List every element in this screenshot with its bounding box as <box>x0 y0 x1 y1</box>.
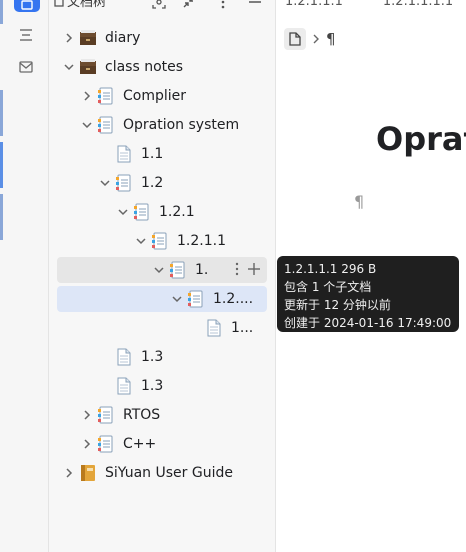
doc-icon <box>205 319 223 337</box>
more-icon[interactable] <box>215 0 231 10</box>
doc-info-tooltip: 1.2.1.1.1 296 B 包含 1 个子文档 更新于 12 分钟以前 创建… <box>277 256 459 332</box>
editor-tabs: 1.2.1.1.1 1.2.1.1.1.1 <box>285 0 466 9</box>
tree-item-label: 1.2.... <box>213 291 254 307</box>
doc-icon <box>115 348 133 366</box>
add-icon[interactable] <box>247 262 261 276</box>
tree-item-label: 1.1 <box>141 146 164 162</box>
file-box-icon <box>79 58 97 76</box>
chevron-right-icon[interactable] <box>79 407 95 423</box>
chevron-down-icon[interactable] <box>151 262 167 278</box>
tree-item-complier[interactable]: Complier <box>57 83 271 109</box>
chevron-right-icon[interactable] <box>61 465 77 481</box>
tree-item-1-3[interactable]: 1.3 <box>57 344 271 370</box>
tree-item-label: 1.2.1 <box>159 204 195 220</box>
multi-doc-icon <box>97 87 115 105</box>
tree-item-1-1[interactable]: 1.1 <box>57 141 271 167</box>
dock-edge-marker <box>0 142 3 188</box>
chevron-right-icon[interactable] <box>79 88 95 104</box>
tree-item-1-3[interactable]: 1.3 <box>57 373 271 399</box>
tree-item-label: Complier <box>123 88 187 104</box>
tooltip-line-children: 包含 1 个子文档 <box>284 280 372 294</box>
tooltip-line-updated: 更新于 12 分钟以前 <box>284 298 391 312</box>
tree-item-leaf[interactable]: 1... <box>57 315 267 341</box>
tree-item-1-2-1-1-1[interactable]: 1. <box>57 257 267 283</box>
tree-item-1-2-1[interactable]: 1.2.1 <box>57 199 271 225</box>
tree-item-label: RTOS <box>123 407 161 423</box>
doc-icon <box>115 145 133 163</box>
tab-item[interactable]: 1.2.1.1.1.1 <box>383 0 453 9</box>
minimize-icon[interactable] <box>247 0 263 10</box>
dock-edge-marker <box>0 0 3 24</box>
paragraph-mark[interactable]: ¶ <box>354 192 364 211</box>
page-title[interactable]: Oprat <box>376 120 466 158</box>
tree-item-label: 1.3 <box>141 378 164 394</box>
collapse-all-icon[interactable] <box>181 0 197 10</box>
dock-edge-marker <box>0 90 3 136</box>
multi-doc-icon <box>169 261 187 279</box>
multi-doc-icon <box>115 174 133 192</box>
multi-doc-icon <box>97 435 115 453</box>
chevron-down-icon[interactable] <box>133 233 149 249</box>
breadcrumb: ¶ <box>284 28 336 50</box>
chevron-right-icon <box>312 34 320 44</box>
breadcrumb-paragraph[interactable]: ¶ <box>326 30 336 48</box>
tree-item-opration-system[interactable]: Opration system <box>57 112 271 138</box>
multi-doc-icon <box>187 290 205 308</box>
tree-item-class-notes[interactable]: class notes <box>57 54 271 80</box>
tree-item-label: C++ <box>123 436 157 452</box>
tooltip-line-created: 创建于 2024-01-16 17:49:00 <box>284 316 452 330</box>
notebook-icon <box>79 464 97 482</box>
multi-doc-icon <box>133 203 151 221</box>
file-tree-dock-icon[interactable] <box>14 0 40 12</box>
row-actions <box>235 262 261 276</box>
chevron-down-icon[interactable] <box>115 204 131 220</box>
multi-doc-icon <box>97 406 115 424</box>
tree-item-label: 1... <box>231 320 254 336</box>
tree-item-siyuan-user-guide[interactable]: SiYuan User Guide <box>57 460 271 486</box>
tooltip-line-size: 1.2.1.1.1 296 B <box>284 262 377 276</box>
tree-item-label: SiYuan User Guide <box>105 465 233 481</box>
tree-item-rtos[interactable]: RTOS <box>57 402 271 428</box>
tree-item-1-2-1-1[interactable]: 1.2.1.1 <box>57 228 271 254</box>
tree-item-cpp[interactable]: C++ <box>57 431 271 457</box>
more-icon[interactable] <box>235 262 239 276</box>
file-box-icon <box>79 29 97 47</box>
doc-icon[interactable] <box>284 28 306 50</box>
file-tree-header: 文档树 <box>49 0 275 12</box>
tree-item-label: 1.3 <box>141 349 164 365</box>
doc-icon <box>115 377 133 395</box>
tree-item-1-2-1-1-1-1[interactable]: 1.2.... <box>57 286 267 312</box>
chevron-right-icon[interactable] <box>61 30 77 46</box>
doc-tree-icon <box>51 0 67 10</box>
tree-item-label: 1.2 <box>141 175 164 191</box>
tree-item-label: 1.2.1.1 <box>177 233 226 249</box>
tree-item-label: class notes <box>105 59 184 75</box>
chevron-down-icon[interactable] <box>97 175 113 191</box>
chevron-down-icon[interactable] <box>79 117 95 133</box>
tree-item-label: 1. <box>195 262 207 278</box>
chevron-right-icon[interactable] <box>79 436 95 452</box>
left-dock <box>0 0 49 552</box>
dock-edge-marker <box>0 194 3 240</box>
chevron-down-icon[interactable] <box>169 291 185 307</box>
tree-item-label: Opration system <box>123 117 240 133</box>
tree-item-diary[interactable]: diary <box>57 25 271 51</box>
tab-item[interactable]: 1.2.1.1.1 <box>285 0 343 9</box>
panel-title: 文档树 <box>67 0 107 10</box>
outline-icon[interactable] <box>15 24 37 46</box>
inbox-icon[interactable] <box>15 56 37 78</box>
focus-icon[interactable] <box>151 0 167 10</box>
chevron-down-icon[interactable] <box>61 59 77 75</box>
multi-doc-icon <box>97 116 115 134</box>
multi-doc-icon <box>151 232 169 250</box>
file-tree-panel: 文档树 diary class notes Complier Opration … <box>49 0 276 552</box>
tree-item-1-2[interactable]: 1.2 <box>57 170 271 196</box>
tree-item-label: diary <box>105 30 141 46</box>
